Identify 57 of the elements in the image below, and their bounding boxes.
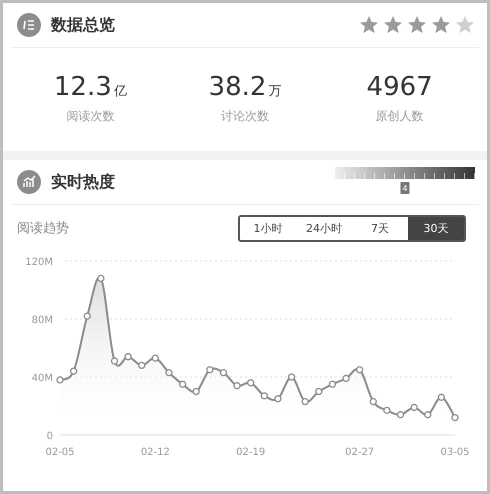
data-point [165, 369, 173, 376]
trend-label: 阅读趋势 [17, 220, 69, 237]
data-point [370, 398, 377, 406]
star-icon [431, 15, 451, 35]
data-point [383, 406, 391, 414]
data-point [396, 411, 404, 418]
axis-label: 02-19 [236, 447, 266, 458]
data-point [451, 414, 459, 422]
data-point [356, 366, 364, 374]
stat-label: 原创人数 [376, 108, 424, 125]
data-point [220, 369, 228, 376]
axis-label: 02-27 [345, 447, 374, 458]
stat-value: 4967 [366, 72, 433, 102]
data-point [97, 274, 104, 282]
section-title: 实时热度 [51, 172, 116, 192]
data-point [178, 380, 186, 388]
data-point [233, 382, 241, 390]
list-icon [17, 13, 41, 37]
data-point [410, 404, 418, 412]
data-point [328, 380, 336, 388]
data-point [192, 388, 200, 396]
stat-value: 38.2 万 [208, 72, 282, 102]
stat-label: 讨论次数 [220, 108, 269, 125]
data-point [424, 411, 432, 418]
star-icon [455, 15, 475, 35]
data-point [124, 353, 132, 360]
axis-label: 02-05 [45, 447, 75, 458]
data-point [260, 392, 268, 400]
range-tab[interactable]: 30天 [408, 216, 464, 240]
chart-icon [17, 170, 41, 194]
star-icon [407, 15, 427, 35]
data-point [70, 368, 78, 375]
stat-label: 阅读次数 [66, 108, 114, 125]
data-point [84, 312, 91, 320]
axis-label: 0 [46, 431, 53, 442]
data-point [315, 388, 322, 396]
data-point [438, 394, 446, 401]
stat-value: 12.3 亿 [54, 72, 127, 102]
star-icon [383, 15, 403, 35]
data-point [206, 366, 214, 374]
data-point [288, 373, 296, 381]
data-point [138, 362, 146, 370]
data-point [56, 376, 64, 384]
axis-label: 120M [25, 257, 53, 268]
data-point [274, 395, 282, 402]
data-point [110, 357, 118, 365]
data-point [342, 374, 350, 382]
axis-label: 40M [32, 373, 53, 384]
data-point [152, 354, 159, 362]
axis-label: 03-05 [440, 447, 470, 458]
heat-marker: 4 [400, 182, 410, 194]
data-point [302, 398, 309, 406]
data-point [247, 379, 254, 386]
axis-label: 80M [32, 315, 53, 326]
star-icon [359, 15, 379, 35]
axis-label: 02-12 [140, 447, 170, 458]
section-title: 数据总览 [51, 14, 116, 36]
